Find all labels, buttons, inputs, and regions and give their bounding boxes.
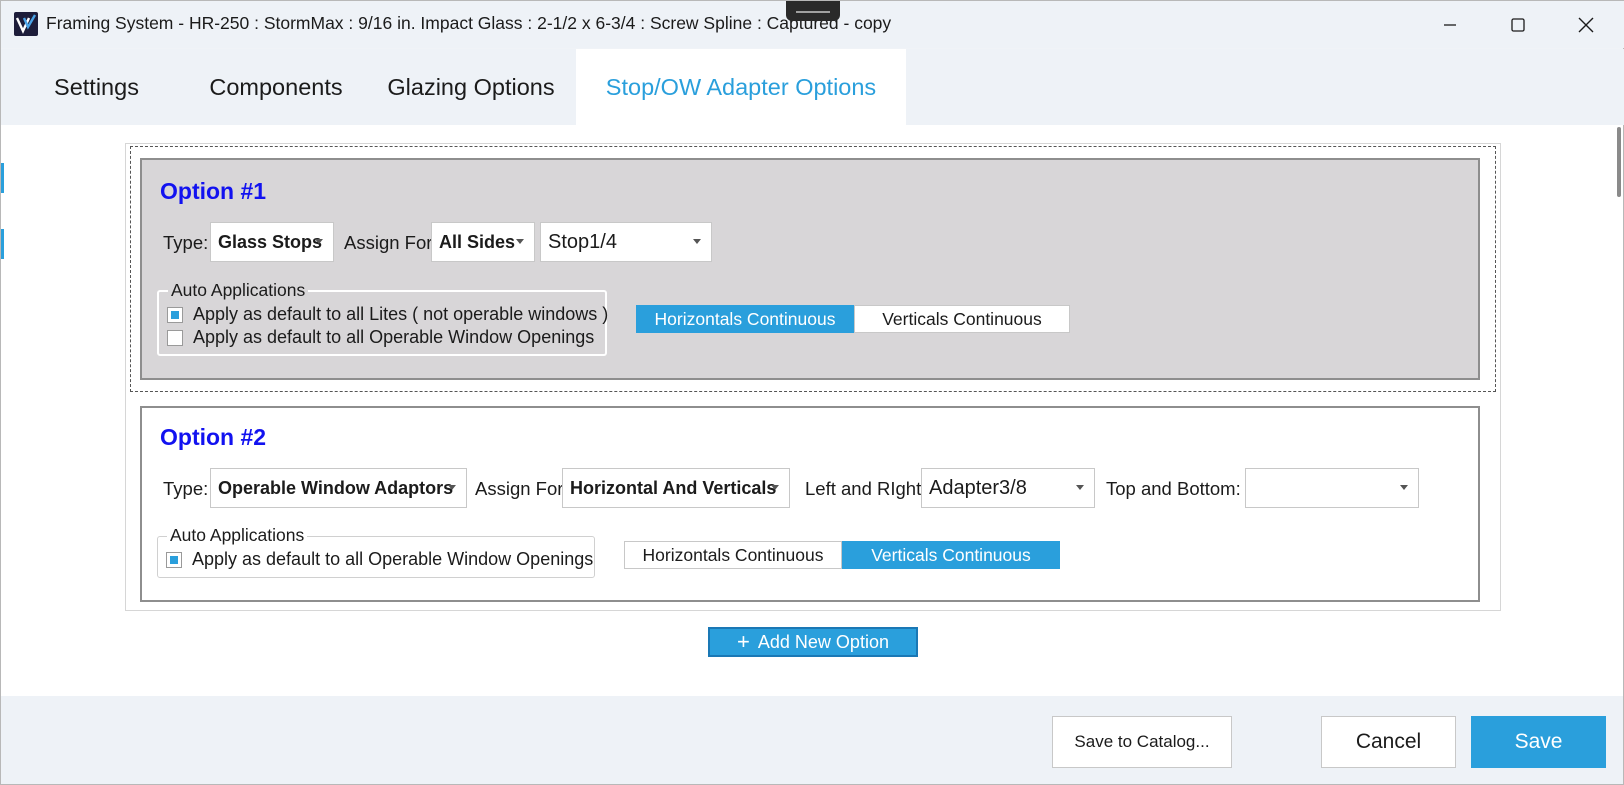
chevron-down-icon	[315, 239, 323, 244]
chevron-down-icon	[771, 485, 779, 490]
top-bottom-select[interactable]	[1245, 468, 1419, 508]
scrollbar-thumb[interactable]	[1617, 127, 1621, 197]
framing-system-window: Framing System - HR-250 : StormMax : 9/1…	[0, 0, 1624, 785]
apply-lites-checkbox-row[interactable]: Apply as default to all Lites ( not oper…	[167, 304, 608, 325]
window-title: Framing System - HR-250 : StormMax : 9/1…	[46, 13, 892, 33]
edge-marker	[1, 229, 4, 259]
left-right-label: Left and RIght:	[805, 478, 927, 499]
apply-lites-label[interactable]: Apply as default to all Lites ( not oper…	[193, 304, 608, 325]
options-list: Option #1 Type: Glass Stops Assign For A…	[125, 143, 1501, 611]
cancel-button[interactable]: Cancel	[1321, 716, 1456, 768]
assign-for-value: All Sides	[439, 231, 516, 252]
close-icon	[1578, 17, 1594, 32]
chevron-down-icon	[1400, 485, 1408, 490]
option-title: Option #2	[160, 424, 267, 450]
tab-components[interactable]: Components	[201, 49, 351, 125]
assign-for-value: Horizontal And Verticals	[570, 477, 777, 498]
apply-operable-checkbox[interactable]	[166, 551, 182, 568]
dialog-footer: Save to Catalog... Cancel Save	[1, 696, 1623, 784]
stop-part-select[interactable]: Stop1/4	[540, 222, 712, 262]
left-right-select[interactable]: Adapter3/8	[921, 468, 1095, 508]
minimize-icon	[1444, 23, 1456, 26]
apply-lites-checkbox[interactable]	[167, 306, 183, 323]
assign-for-label: Assign For	[344, 232, 433, 253]
add-new-option-button[interactable]: + Add New Option	[708, 627, 918, 657]
type-select[interactable]: Glass Stops	[210, 222, 334, 262]
auto-applications-legend: Auto Applications	[167, 525, 308, 546]
auto-applications-group: Auto Applications Apply as default to al…	[157, 525, 595, 578]
horizontals-continuous-toggle[interactable]: Horizontals Continuous	[636, 305, 854, 333]
horizontals-continuous-toggle[interactable]: Horizontals Continuous	[624, 541, 842, 569]
add-new-option-label: Add New Option	[757, 631, 889, 652]
verticals-continuous-toggle[interactable]: Verticals Continuous	[842, 541, 1060, 569]
save-button[interactable]: Save	[1471, 716, 1606, 768]
option-card-2[interactable]: Option #2 Type: Operable Window Adaptors…	[140, 406, 1480, 602]
apply-operable-checkbox-row[interactable]: Apply as default to all Operable Window …	[166, 549, 593, 570]
auto-applications-group: Auto Applications Apply as default to al…	[157, 280, 608, 356]
tab-settings[interactable]: Settings	[19, 49, 174, 125]
chevron-down-icon	[448, 485, 456, 490]
edge-marker	[1, 163, 4, 193]
assign-for-select[interactable]: Horizontal And Verticals	[562, 468, 790, 508]
verticals-continuous-toggle[interactable]: Verticals Continuous	[854, 305, 1070, 333]
type-label: Type:	[163, 478, 209, 499]
tab-bar: Settings Components Glazing Options Stop…	[1, 49, 1624, 125]
tab-glazing-options[interactable]: Glazing Options	[371, 49, 571, 125]
minimize-button[interactable]	[1416, 1, 1484, 48]
close-button[interactable]	[1552, 1, 1620, 48]
option-card-1[interactable]: Option #1 Type: Glass Stops Assign For A…	[140, 158, 1480, 380]
type-label: Type:	[163, 232, 209, 253]
apply-operable-label[interactable]: Apply as default to all Operable Window …	[192, 549, 593, 570]
apply-operable-checkbox[interactable]	[167, 329, 183, 346]
type-select[interactable]: Operable Window Adaptors	[210, 468, 467, 508]
apply-operable-label[interactable]: Apply as default to all Operable Window …	[193, 327, 594, 348]
assign-for-select[interactable]: All Sides	[431, 222, 535, 262]
maximize-icon	[1511, 17, 1525, 32]
assign-for-label: Assign For	[475, 478, 564, 499]
maximize-button[interactable]	[1484, 1, 1552, 48]
save-to-catalog-button[interactable]: Save to Catalog...	[1052, 716, 1232, 768]
type-select-value: Glass Stops	[218, 231, 323, 252]
chevron-down-icon	[693, 239, 701, 244]
stop-part-value: Stop1/4	[548, 230, 617, 253]
auto-applications-legend: Auto Applications	[168, 280, 309, 301]
tab-content: Option #1 Type: Glass Stops Assign For A…	[1, 125, 1623, 696]
plus-icon: +	[737, 629, 750, 654]
type-select-value: Operable Window Adaptors	[218, 477, 454, 498]
left-right-value: Adapter3/8	[929, 476, 1027, 499]
apply-operable-checkbox-row[interactable]: Apply as default to all Operable Window …	[167, 327, 594, 348]
tab-stop-ow-adapter-options[interactable]: Stop/OW Adapter Options	[576, 49, 906, 125]
chevron-down-icon	[1076, 485, 1084, 490]
app-logo-icon	[14, 12, 38, 36]
option-title: Option #1	[160, 178, 267, 204]
chevron-down-icon	[516, 239, 524, 244]
top-bottom-label: Top and Bottom:	[1106, 478, 1241, 499]
drag-handle[interactable]	[786, 1, 840, 21]
title-bar[interactable]: Framing System - HR-250 : StormMax : 9/1…	[1, 1, 1624, 48]
